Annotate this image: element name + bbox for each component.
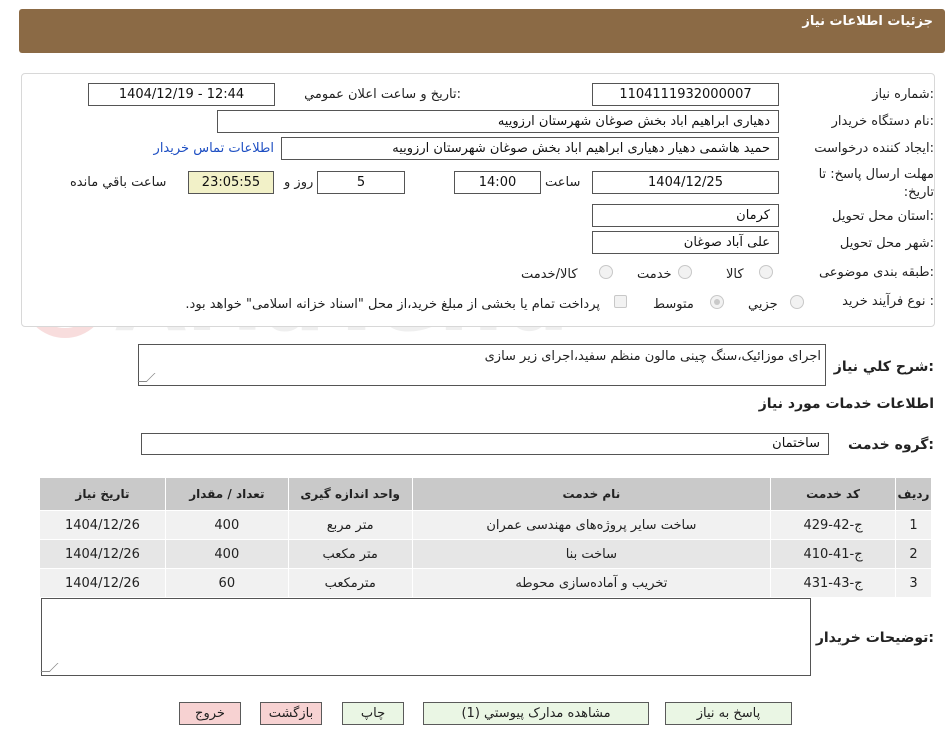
service-group-field: ساختمان: [141, 433, 829, 455]
remaining-label: ساعت باقي مانده: [70, 175, 167, 190]
resize-grip-icon[interactable]: [137, 373, 156, 382]
buyer-org-field: دهیاری ابراهیم اباد بخش صوغان شهرستان ار…: [217, 110, 779, 133]
table-row: 1404/12/26 400 متر مکعب ساخت بنا ج-41-41…: [39, 539, 933, 569]
cell-qty: 400: [164, 510, 289, 540]
col-name: نام خدمت: [411, 477, 772, 511]
cell-qty: 60: [164, 568, 289, 598]
cell-date: 1404/12/26: [39, 568, 166, 598]
cell-idx: 1: [894, 510, 933, 540]
buyer-notes-textarea[interactable]: [40, 598, 811, 676]
table-header-row: تاریخ نیاز تعداد / مقدار واحد اندازه گير…: [39, 477, 933, 511]
cell-name: ساخت سایر پروژه‌های مهندسی عمران: [411, 510, 772, 540]
cell-code: ج-41-410: [770, 539, 896, 569]
deadline-label: مهلت ارسال پاسخ: تا تاریخ:: [818, 167, 934, 200]
col-idx: رديف: [894, 477, 933, 511]
province-label: استان محل تحويل:: [832, 209, 934, 224]
deadline-time-label: ساعت: [545, 175, 581, 190]
print-button[interactable]: چاپ: [342, 702, 404, 725]
cell-idx: 3: [894, 568, 933, 598]
resize-grip-icon[interactable]: [40, 663, 59, 672]
process-label: نوع فرآيند خريد :: [842, 294, 934, 309]
category-both-radio[interactable]: [599, 265, 613, 279]
col-code: کد خدمت: [770, 477, 896, 511]
deadline-date-field: 1404/12/25: [592, 171, 779, 194]
services-table: تاریخ نیاز تعداد / مقدار واحد اندازه گير…: [39, 477, 933, 598]
page-title: جزئیات اطلاعات نیاز: [802, 14, 933, 29]
process-medium-radio[interactable]: [710, 295, 724, 309]
buyer-notes-label: توضيحات خريدار:: [815, 630, 934, 646]
category-service-label: خدمت: [637, 267, 672, 282]
cell-idx: 2: [894, 539, 933, 569]
view-attachments-button[interactable]: مشاهده مدارک پيوستي (1): [423, 702, 649, 725]
cell-unit: متر مکعب: [287, 539, 413, 569]
process-minor-radio[interactable]: [790, 295, 804, 309]
category-both-label: کالا/خدمت: [521, 267, 578, 282]
cell-code: ج-43-431: [770, 568, 896, 598]
city-field: علی آباد صوغان: [592, 231, 779, 254]
cell-unit: مترمکعب: [287, 568, 413, 598]
reply-button[interactable]: پاسخ به نياز: [665, 702, 792, 725]
cell-name: ساخت بنا: [411, 539, 772, 569]
category-goods-radio[interactable]: [759, 265, 773, 279]
summary-textarea[interactable]: اجرای موزائیک،سنگ چینی مالون منظم سفید،ا…: [137, 344, 826, 386]
cell-qty: 400: [164, 539, 289, 569]
summary-label: شرح کلي نياز:: [833, 359, 934, 375]
cell-date: 1404/12/26: [39, 539, 166, 569]
need-number-field: 1104111932000007: [592, 83, 779, 106]
cell-code: ج-42-429: [770, 510, 896, 540]
col-date: تاریخ نیاز: [39, 477, 166, 511]
announce-label: تاریخ و ساعت اعلان عمومي:: [304, 87, 461, 102]
need-number-label: شماره نیاز:: [872, 87, 934, 102]
deadline-time-field: 14:00: [454, 171, 541, 194]
cell-date: 1404/12/26: [39, 510, 166, 540]
remaining-time-field: 23:05:55: [188, 171, 274, 194]
city-label: شهر محل تحويل:: [839, 236, 934, 251]
payment-note: پرداخت تمام يا بخشی از مبلغ خريد،از محل …: [185, 297, 600, 312]
announce-field: 1404/12/19 - 12:44: [88, 83, 275, 106]
col-qty: تعداد / مقدار: [164, 477, 289, 511]
table-row: 1404/12/26 400 متر مربع ساخت سایر پروژه‌…: [39, 510, 933, 540]
table-row: 1404/12/26 60 مترمکعب تخریب و آماده‌سازی…: [39, 568, 933, 598]
services-section-title: اطلاعات خدمات مورد نياز: [758, 396, 934, 412]
col-unit: واحد اندازه گيری: [287, 477, 413, 511]
back-button[interactable]: بازگشت: [260, 702, 322, 725]
province-field: كرمان: [592, 204, 779, 227]
category-goods-label: کالا: [726, 267, 744, 282]
buyer-org-label: نام دستگاه خريدار:: [831, 114, 934, 129]
service-group-label: گروه خدمت:: [848, 437, 934, 453]
creator-field: حمید هاشمی دهیار دهیاری ابراهیم اباد بخش…: [281, 137, 779, 160]
category-service-radio[interactable]: [678, 265, 692, 279]
days-label: روز و: [284, 175, 314, 190]
cell-unit: متر مربع: [287, 510, 413, 540]
treasury-checkbox[interactable]: [614, 295, 627, 308]
creator-label: ايجاد كننده درخواست:: [814, 141, 934, 156]
process-minor-label: جزيي: [748, 297, 778, 312]
summary-text: اجرای موزائیک،سنگ چینی مالون منظم سفید،ا…: [484, 349, 821, 364]
cell-name: تخریب و آماده‌سازی محوطه: [411, 568, 772, 598]
process-medium-label: متوسط: [653, 297, 694, 312]
exit-button[interactable]: خروج: [179, 702, 241, 725]
buyer-contact-link[interactable]: اطلاعات تماس خريدار: [154, 141, 274, 156]
days-field: 5: [317, 171, 405, 194]
category-label: طبقه بندی موضوعی:: [818, 265, 934, 280]
